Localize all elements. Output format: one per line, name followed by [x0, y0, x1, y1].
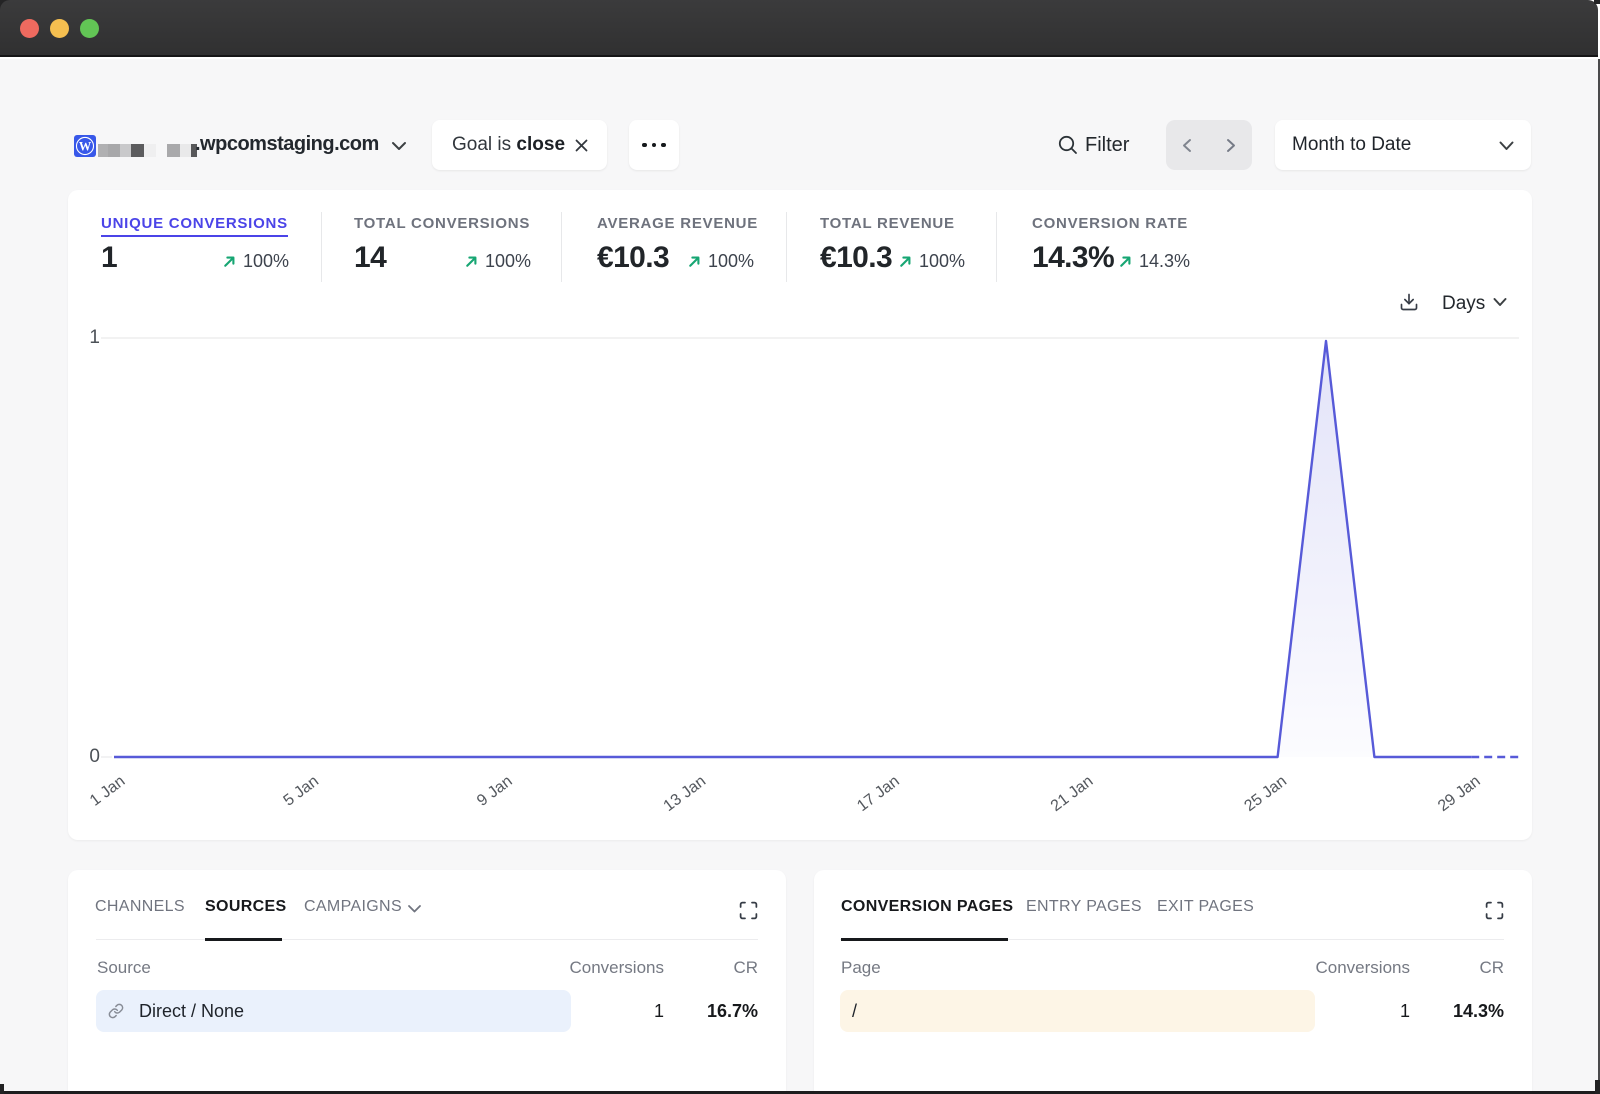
svg-text:21 Jan: 21 Jan	[1048, 773, 1097, 815]
svg-text:1 Jan: 1 Jan	[87, 773, 128, 810]
svg-text:9 Jan: 9 Jan	[474, 773, 515, 810]
svg-text:29 Jan: 29 Jan	[1435, 773, 1484, 815]
svg-text:17 Jan: 17 Jan	[854, 773, 903, 815]
svg-text:25 Jan: 25 Jan	[1241, 773, 1290, 815]
svg-text:W: W	[79, 139, 92, 153]
svg-text:13 Jan: 13 Jan	[661, 773, 710, 815]
svg-text:5 Jan: 5 Jan	[281, 773, 322, 810]
